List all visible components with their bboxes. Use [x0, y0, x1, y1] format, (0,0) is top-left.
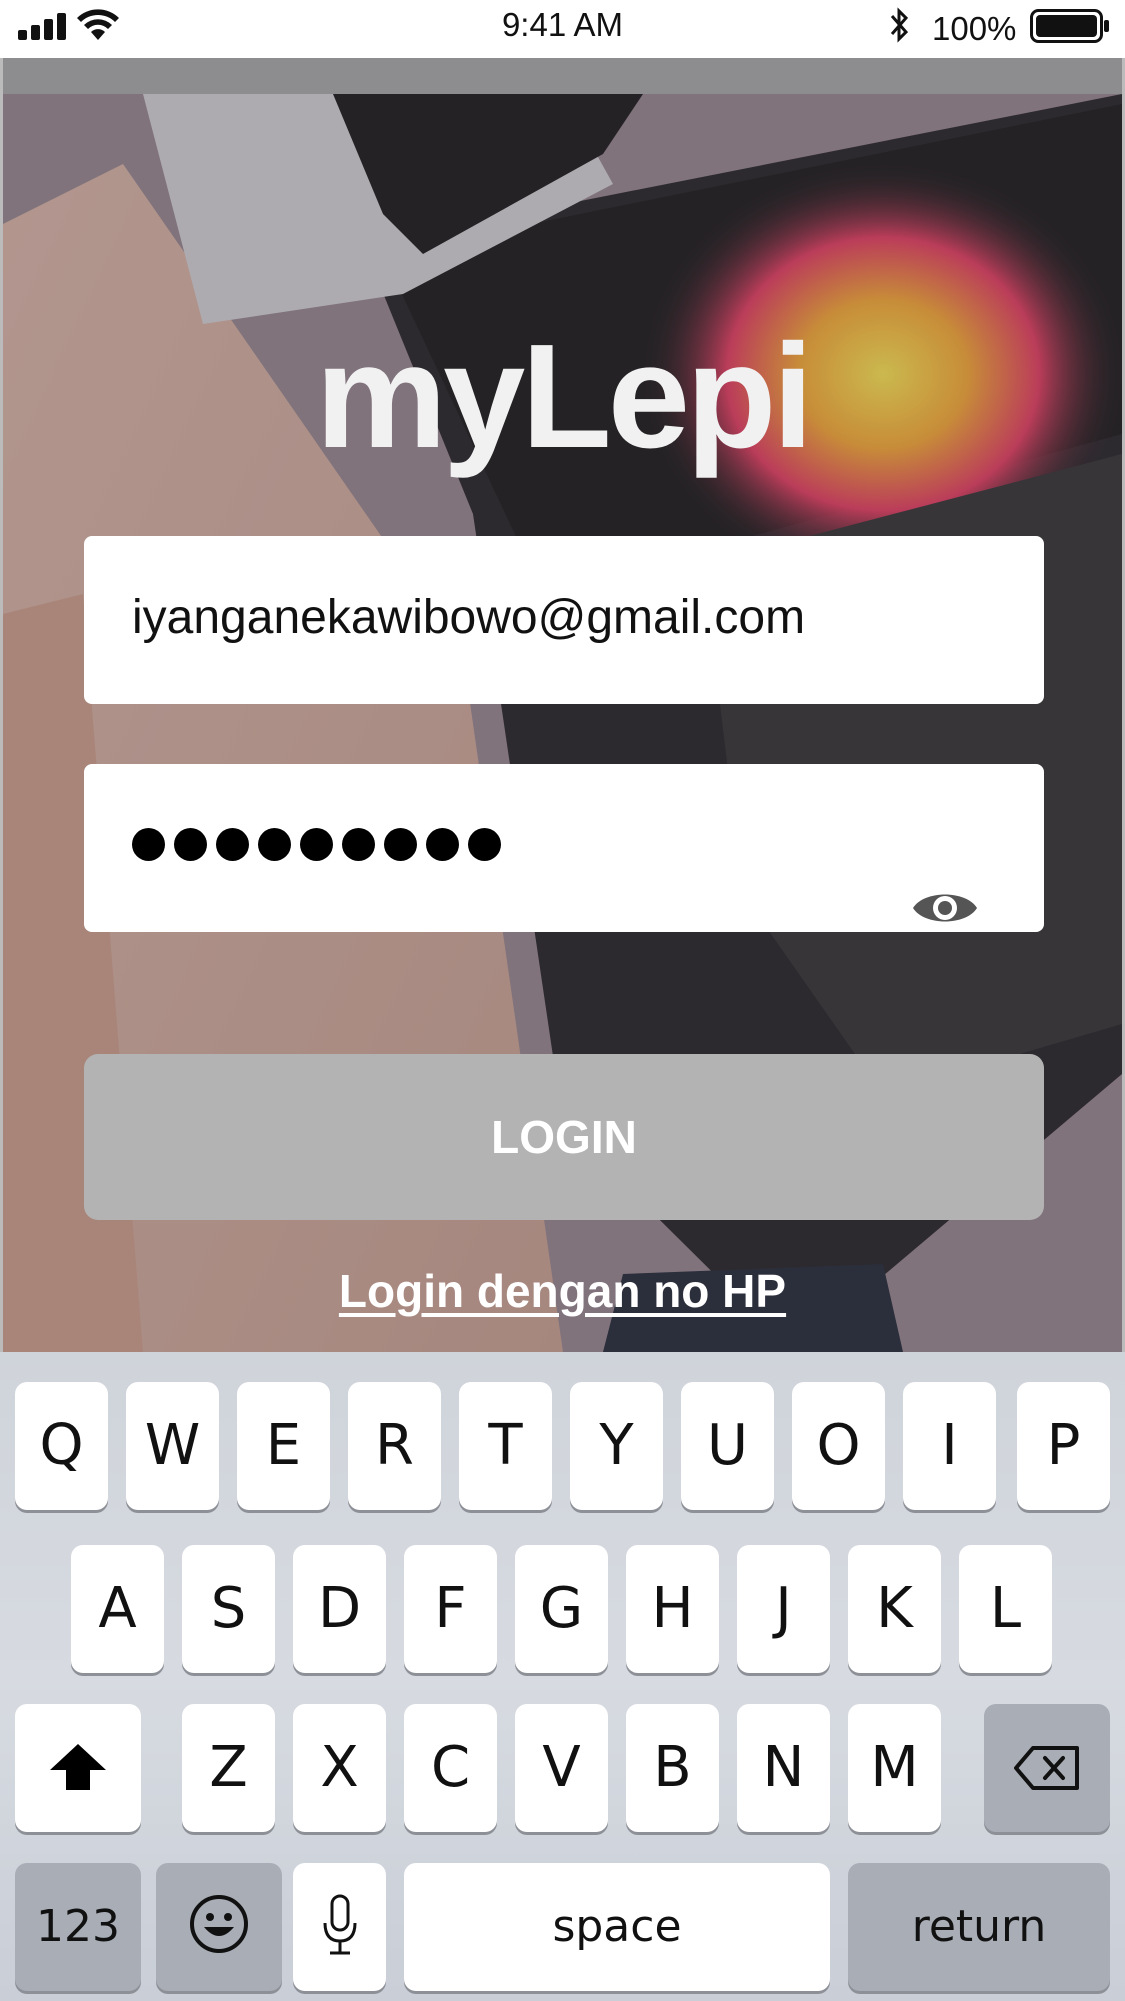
app-title: myLepi	[315, 314, 813, 479]
key-u[interactable]: U	[681, 1382, 774, 1510]
shift-arrow-icon	[50, 1744, 106, 1790]
key-s[interactable]: S	[182, 1545, 275, 1673]
key-d[interactable]: D	[293, 1545, 386, 1673]
key-g[interactable]: G	[515, 1545, 608, 1673]
key-t[interactable]: T	[459, 1382, 552, 1510]
hero-top-strip	[3, 58, 1122, 94]
password-dot	[426, 828, 459, 861]
key-q[interactable]: Q	[15, 1382, 108, 1510]
key-b[interactable]: B	[626, 1704, 719, 1832]
key-j[interactable]: J	[737, 1545, 830, 1673]
microphone-icon	[323, 1894, 356, 1955]
on-screen-keyboard: Q W E R T Y U O I P A S D F G H J K L Z …	[0, 1352, 1125, 2001]
login-button[interactable]: LOGIN	[84, 1054, 1044, 1220]
email-field[interactable]: iyanganekawibowo@gmail.com	[84, 536, 1044, 704]
key-c[interactable]: C	[404, 1704, 497, 1832]
numbers-key[interactable]: 123	[15, 1863, 141, 1991]
key-x[interactable]: X	[293, 1704, 386, 1832]
battery-percentage: 100%	[932, 10, 1017, 47]
microphone-key[interactable]	[293, 1863, 386, 1991]
password-dot	[258, 828, 291, 861]
backspace-icon	[1014, 1746, 1079, 1790]
key-p[interactable]: P	[1017, 1382, 1110, 1510]
space-key[interactable]: space	[404, 1863, 830, 1991]
key-r[interactable]: R	[348, 1382, 441, 1510]
battery-icon	[1030, 9, 1109, 43]
password-dot	[216, 828, 249, 861]
key-m[interactable]: M	[848, 1704, 941, 1832]
key-k[interactable]: K	[848, 1545, 941, 1673]
key-w[interactable]: W	[126, 1382, 219, 1510]
password-dot	[132, 828, 165, 861]
key-v[interactable]: V	[515, 1704, 608, 1832]
password-masked-value	[132, 828, 501, 861]
password-dot	[174, 828, 207, 861]
emoji-icon	[190, 1895, 248, 1953]
password-dot	[468, 828, 501, 861]
password-field[interactable]	[84, 764, 1044, 932]
key-a[interactable]: A	[71, 1545, 164, 1673]
key-z[interactable]: Z	[182, 1704, 275, 1832]
key-l[interactable]: L	[959, 1545, 1052, 1673]
key-i[interactable]: I	[903, 1382, 996, 1510]
password-dot	[300, 828, 333, 861]
login-with-phone-link[interactable]: Login dengan no HP	[0, 1264, 1125, 1318]
key-o[interactable]: O	[792, 1382, 885, 1510]
password-dot	[384, 828, 417, 861]
backspace-key[interactable]	[984, 1704, 1110, 1832]
key-h[interactable]: H	[626, 1545, 719, 1673]
shift-key[interactable]	[15, 1704, 141, 1832]
emoji-key[interactable]	[156, 1863, 282, 1991]
return-key[interactable]: return	[848, 1863, 1110, 1991]
key-n[interactable]: N	[737, 1704, 830, 1832]
key-f[interactable]: F	[404, 1545, 497, 1673]
email-value: iyanganekawibowo@gmail.com	[132, 591, 806, 644]
key-e[interactable]: E	[237, 1382, 330, 1510]
password-dot	[342, 828, 375, 861]
show-password-eye-icon[interactable]	[910, 884, 980, 932]
bluetooth-icon	[890, 7, 909, 43]
status-bar: 9:41 AM 100%	[0, 0, 1125, 58]
key-y[interactable]: Y	[570, 1382, 663, 1510]
